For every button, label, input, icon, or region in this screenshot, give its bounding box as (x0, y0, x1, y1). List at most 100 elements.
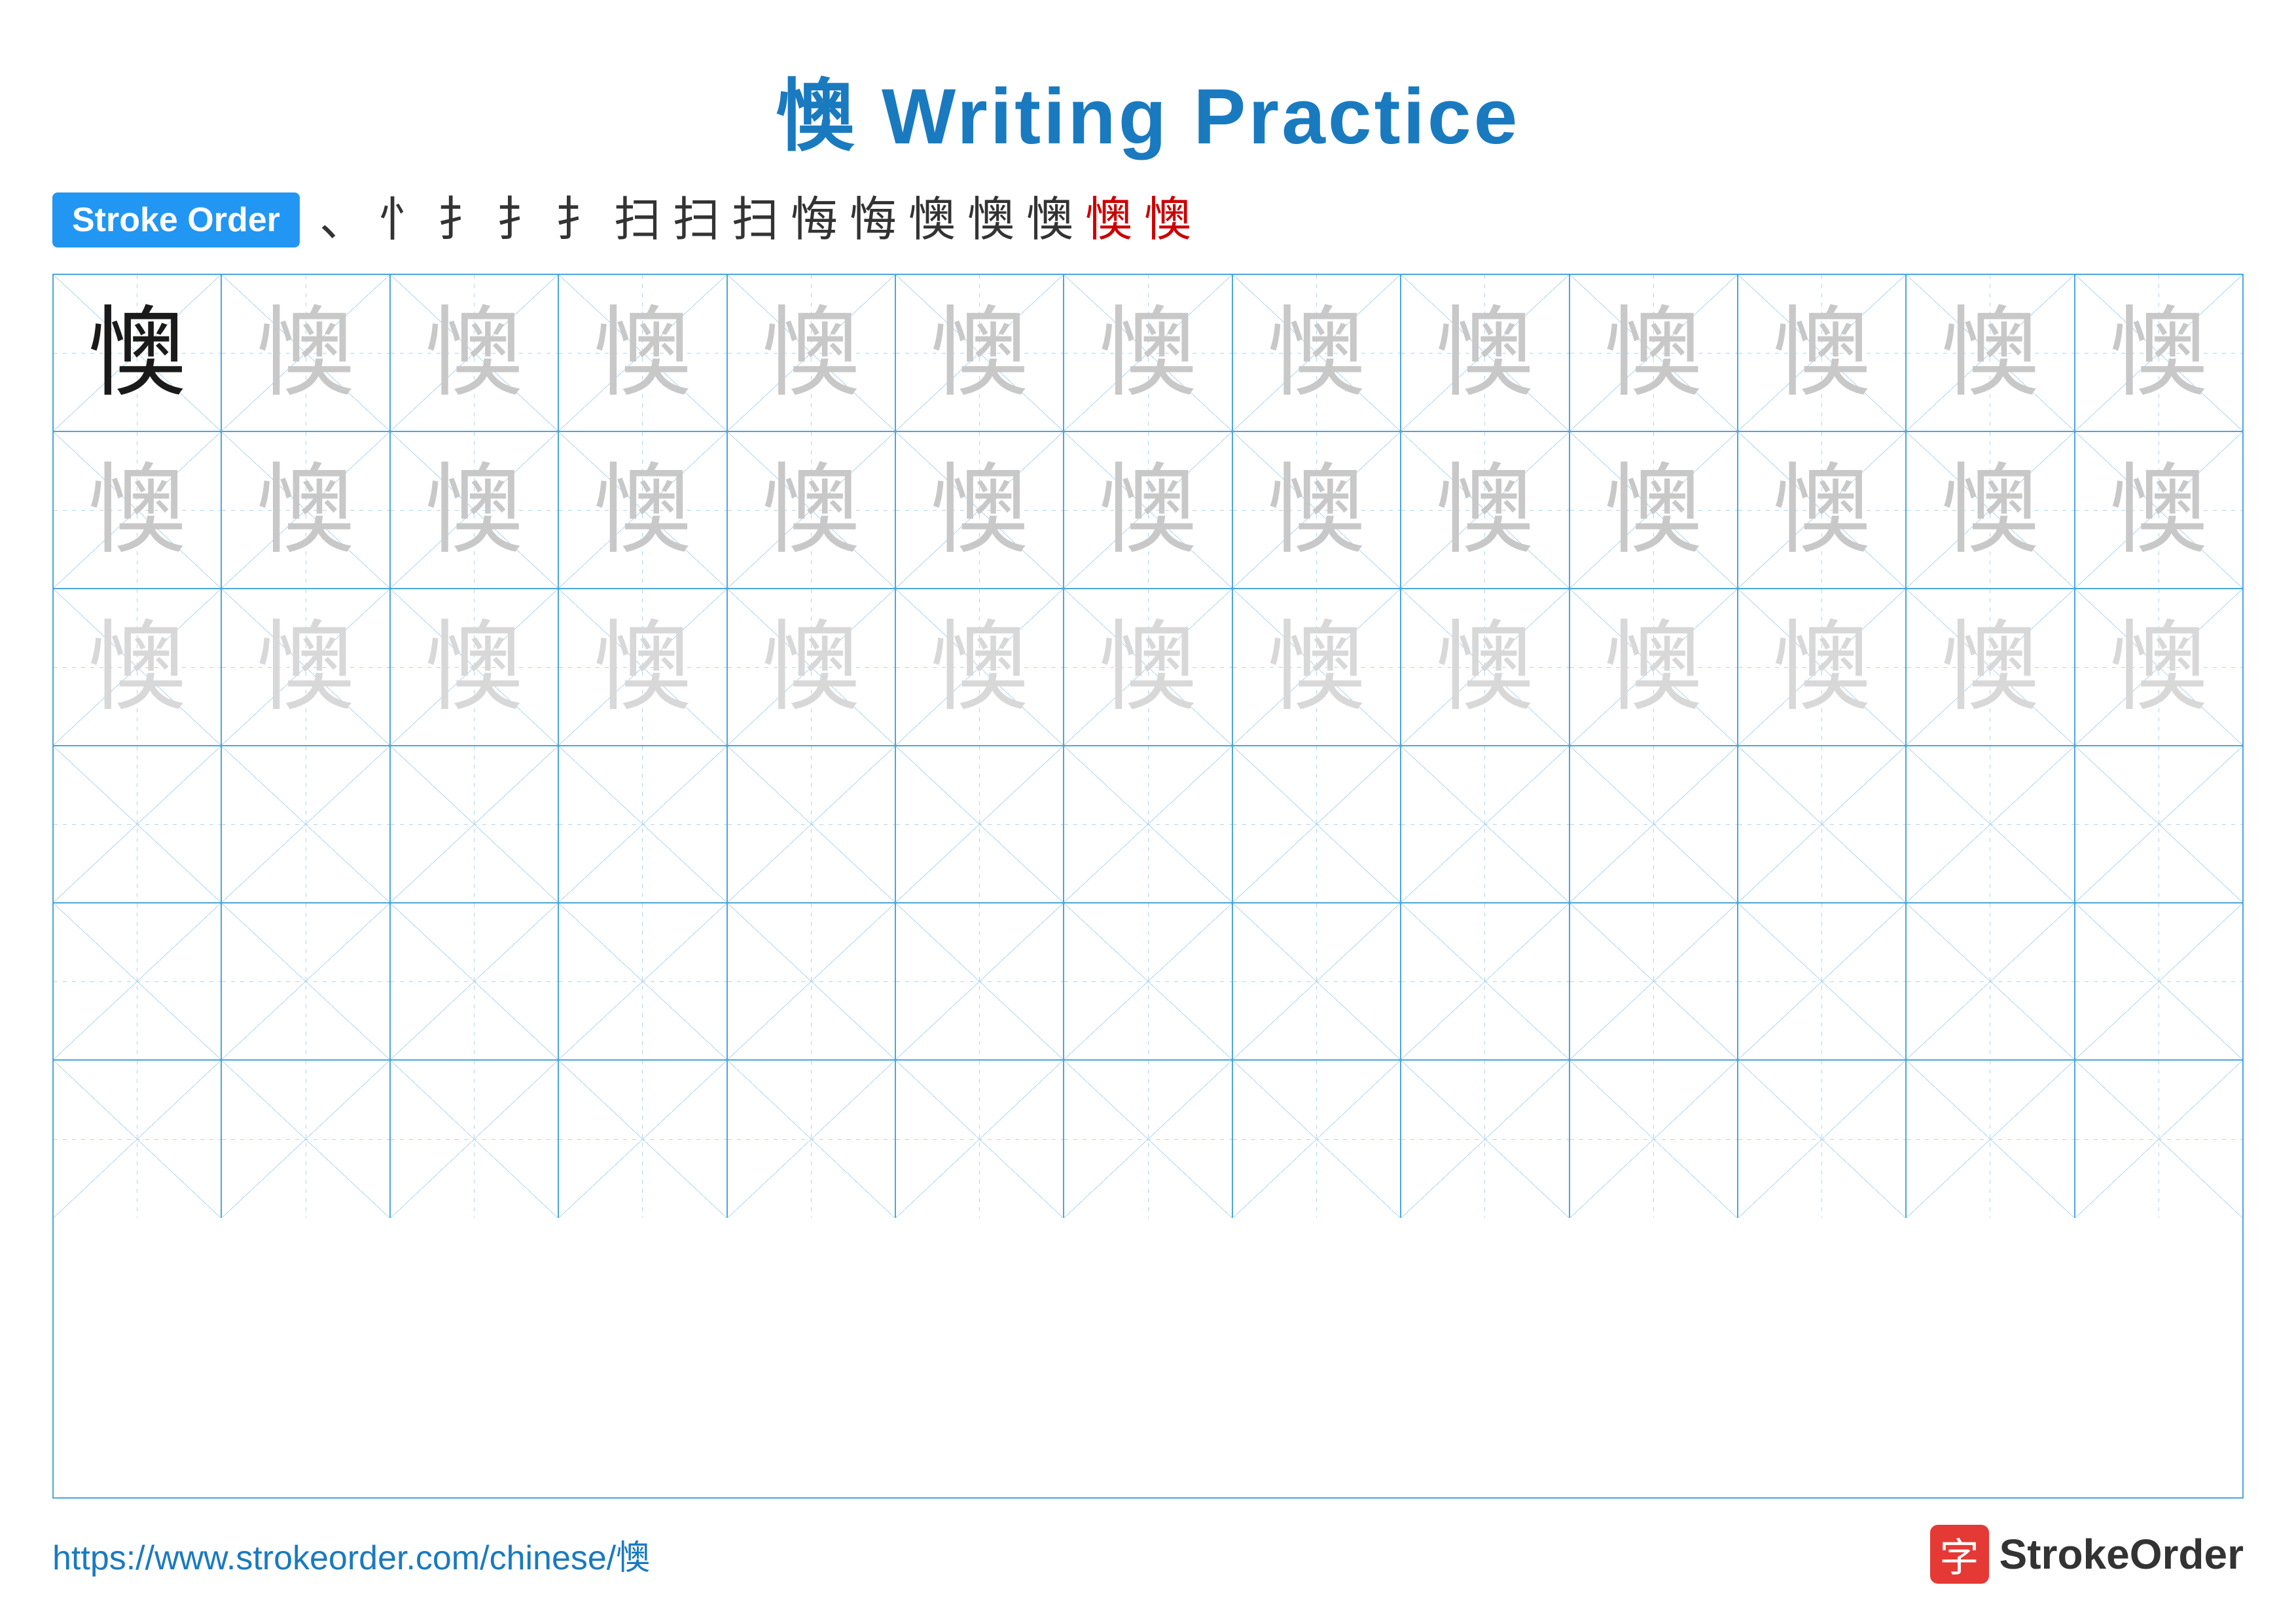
grid-cell[interactable] (559, 903, 727, 1059)
grid-cell[interactable]: 懊 (728, 589, 896, 745)
stroke-11: 懊 (908, 196, 956, 244)
grid-cell[interactable]: 懊 (2075, 275, 2242, 431)
grid-cell[interactable]: 懊 (54, 589, 222, 745)
grid-cell[interactable] (1738, 746, 1907, 902)
grid-cell[interactable]: 懊 (1907, 432, 2075, 588)
grid-cell[interactable] (559, 1061, 727, 1218)
grid-cell[interactable] (1570, 903, 1738, 1059)
practice-char: 懊 (1267, 618, 1365, 716)
grid-cell[interactable]: 懊 (559, 589, 727, 745)
grid-cell[interactable] (728, 1061, 896, 1218)
stroke-14: 懊 (1085, 196, 1132, 244)
grid-cell[interactable] (2075, 903, 2242, 1059)
stroke-1: 、 (319, 196, 367, 244)
grid-cell[interactable]: 懊 (2075, 589, 2242, 745)
grid-cell[interactable]: 懊 (2075, 432, 2242, 588)
grid-cell[interactable]: 懊 (559, 275, 727, 431)
grid-cell[interactable]: 懊 (222, 275, 390, 431)
practice-char: 懊 (594, 618, 692, 716)
practice-char: 懊 (1436, 304, 1534, 402)
grid-cell[interactable] (1907, 903, 2075, 1059)
grid-cell[interactable] (1233, 1061, 1401, 1218)
practice-char: 懊 (1099, 304, 1197, 402)
grid-cell[interactable] (1738, 903, 1907, 1059)
grid-cell[interactable] (896, 746, 1064, 902)
grid-cell[interactable] (1907, 746, 2075, 902)
grid-cell[interactable]: 懊 (1233, 589, 1401, 745)
practice-char: 懊 (762, 461, 860, 559)
practice-char: 懊 (88, 618, 187, 716)
grid-cell[interactable] (1738, 1061, 1907, 1218)
logo-char: 字 (1940, 1526, 1979, 1583)
grid-cell[interactable] (54, 1061, 222, 1218)
grid-cell[interactable] (1064, 746, 1232, 902)
stroke-6: 扫 (614, 196, 661, 244)
grid-cell[interactable]: 懊 (1064, 589, 1232, 745)
grid-cell[interactable]: 懊 (1401, 275, 1570, 431)
grid-cell[interactable]: 懊 (896, 275, 1064, 431)
practice-char: 懊 (2109, 618, 2208, 716)
grid-cell[interactable]: 懊 (896, 432, 1064, 588)
grid-cell[interactable] (1401, 903, 1570, 1059)
grid-cell[interactable] (1570, 746, 1738, 902)
grid-cell[interactable] (391, 1061, 559, 1218)
grid-cell[interactable]: 懊 (1233, 432, 1401, 588)
stroke-order-row: Stroke Order 、 忄 扌 扌 扌 扫 扫 扫 悔 悔 懊 懊 懊 懊… (52, 192, 2244, 247)
grid-cell[interactable]: 懊 (896, 589, 1064, 745)
grid-cell[interactable] (1064, 1061, 1232, 1218)
grid-cell[interactable] (1907, 1061, 2075, 1218)
grid-cell[interactable] (728, 746, 896, 902)
grid-cell[interactable] (559, 746, 727, 902)
grid-cell[interactable] (222, 903, 390, 1059)
practice-char: 懊 (1436, 618, 1534, 716)
grid-cell[interactable]: 懊 (1738, 275, 1907, 431)
grid-cell[interactable] (896, 1061, 1064, 1218)
grid-cell[interactable] (1401, 746, 1570, 902)
grid-cell[interactable]: 懊 (1738, 589, 1907, 745)
grid-cell[interactable]: 懊 (728, 432, 896, 588)
grid-cell[interactable] (54, 746, 222, 902)
grid-cell[interactable]: 懊 (1570, 589, 1738, 745)
grid-cell[interactable]: 懊 (1233, 275, 1401, 431)
grid-cell[interactable]: 懊 (54, 275, 222, 431)
grid-cell[interactable] (728, 903, 896, 1059)
practice-char: 懊 (2109, 461, 2208, 559)
grid-cell[interactable] (222, 746, 390, 902)
grid-cell[interactable] (391, 746, 559, 902)
grid-cell[interactable]: 懊 (391, 275, 559, 431)
grid-cell[interactable] (1233, 903, 1401, 1059)
footer-url[interactable]: https://www.strokeorder.com/chinese/懊 (52, 1530, 650, 1579)
grid-cell[interactable]: 懊 (1064, 275, 1232, 431)
grid-cell[interactable] (1401, 1061, 1570, 1218)
grid-cell[interactable] (222, 1061, 390, 1218)
grid-cell[interactable]: 懊 (391, 589, 559, 745)
grid-cell[interactable]: 懊 (391, 432, 559, 588)
practice-char: 懊 (1604, 461, 1702, 559)
grid-cell[interactable] (54, 903, 222, 1059)
grid-cell[interactable]: 懊 (728, 275, 896, 431)
footer-logo: 字 StrokeOrder (1930, 1525, 2244, 1584)
practice-char: 懊 (1267, 304, 1365, 402)
grid-cell[interactable] (391, 903, 559, 1059)
grid-cell[interactable] (1570, 1061, 1738, 1218)
grid-cell[interactable]: 懊 (1907, 589, 2075, 745)
grid-cell[interactable]: 懊 (1064, 432, 1232, 588)
practice-char: 懊 (425, 461, 523, 559)
grid-cell[interactable]: 懊 (1570, 432, 1738, 588)
grid-cell[interactable]: 懊 (1570, 275, 1738, 431)
grid-cell[interactable] (1064, 903, 1232, 1059)
grid-cell[interactable] (896, 903, 1064, 1059)
title-suffix: Writing Practice (857, 73, 1520, 160)
grid-cell[interactable] (2075, 746, 2242, 902)
grid-cell[interactable]: 懊 (1401, 589, 1570, 745)
grid-cell[interactable]: 懊 (54, 432, 222, 588)
grid-cell[interactable]: 懊 (559, 432, 727, 588)
grid-cell[interactable]: 懊 (1907, 275, 2075, 431)
grid-cell[interactable]: 懊 (1738, 432, 1907, 588)
grid-cell[interactable] (2075, 1061, 2242, 1218)
grid-cell[interactable]: 懊 (222, 589, 390, 745)
grid-cell[interactable]: 懊 (222, 432, 390, 588)
grid-cell[interactable] (1233, 746, 1401, 902)
footer-logo-text: StrokeOrder (2000, 1530, 2244, 1578)
grid-cell[interactable]: 懊 (1401, 432, 1570, 588)
